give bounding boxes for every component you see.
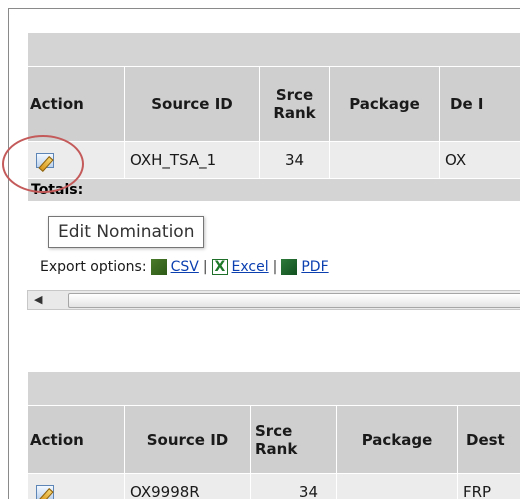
- grid-title-bar: [27, 32, 520, 67]
- column-header-action[interactable]: Action: [27, 66, 125, 142]
- export-options-label: Export options:: [40, 259, 147, 275]
- column-header-srce-rank[interactable]: Srce Rank: [250, 405, 337, 474]
- horizontal-scrollbar[interactable]: ◀: [27, 290, 520, 310]
- dest-id-cell: OX: [438, 141, 520, 179]
- srce-rank-cell: 34: [250, 473, 337, 499]
- edit-icon[interactable]: [36, 484, 54, 499]
- column-header-package[interactable]: Package: [329, 66, 440, 142]
- export-csv-link[interactable]: CSV: [171, 259, 199, 275]
- srce-rank-cell: 34: [259, 141, 330, 179]
- edit-icon[interactable]: [36, 153, 54, 168]
- column-header-dest-id[interactable]: De I: [438, 66, 520, 142]
- column-header-source-id[interactable]: Source ID: [124, 66, 260, 142]
- export-pdf-link[interactable]: PDF: [301, 259, 328, 275]
- action-cell: [27, 141, 125, 179]
- export-options-bar: Export options: CSV | Excel | PDF: [40, 255, 329, 279]
- scrollbar-thumb[interactable]: [68, 293, 520, 308]
- action-cell: [27, 473, 125, 499]
- source-id-cell: OX9998R: [124, 473, 251, 499]
- totals-label: Totals:: [27, 178, 520, 202]
- dest-cell: FRP_: [456, 473, 520, 499]
- edit-nomination-tooltip: Edit Nomination: [48, 216, 205, 248]
- column-header-package[interactable]: Package: [336, 405, 458, 474]
- grid-title-bar: [27, 371, 520, 406]
- excel-icon[interactable]: [211, 259, 228, 275]
- pdf-icon[interactable]: [281, 259, 298, 275]
- column-header-srce-rank[interactable]: Srce Rank: [259, 66, 330, 142]
- package-cell: [329, 141, 440, 179]
- nominations-grid-2: Action Source ID Srce Rank Package Dest …: [27, 371, 520, 499]
- nominations-grid-1: Action Source ID Srce Rank Package De I …: [27, 32, 520, 202]
- column-header-source-id[interactable]: Source ID: [124, 405, 251, 474]
- table-row: OX9998R 34 FRP_: [27, 473, 520, 499]
- column-header-dest[interactable]: Dest: [456, 405, 520, 474]
- csv-icon[interactable]: [150, 259, 167, 275]
- separator: |: [202, 259, 208, 275]
- source-id-cell: OXH_TSA_1: [124, 141, 260, 179]
- package-cell: [336, 473, 458, 499]
- separator: |: [272, 259, 278, 275]
- window-frame: Action Source ID Srce Rank Package De I …: [8, 8, 520, 499]
- table-row: OXH_TSA_1 34 OX: [27, 141, 520, 179]
- column-header-action[interactable]: Action: [27, 405, 125, 474]
- export-excel-link[interactable]: Excel: [232, 259, 269, 275]
- scroll-left-icon[interactable]: ◀: [34, 293, 42, 306]
- totals-row: Totals:: [27, 178, 520, 202]
